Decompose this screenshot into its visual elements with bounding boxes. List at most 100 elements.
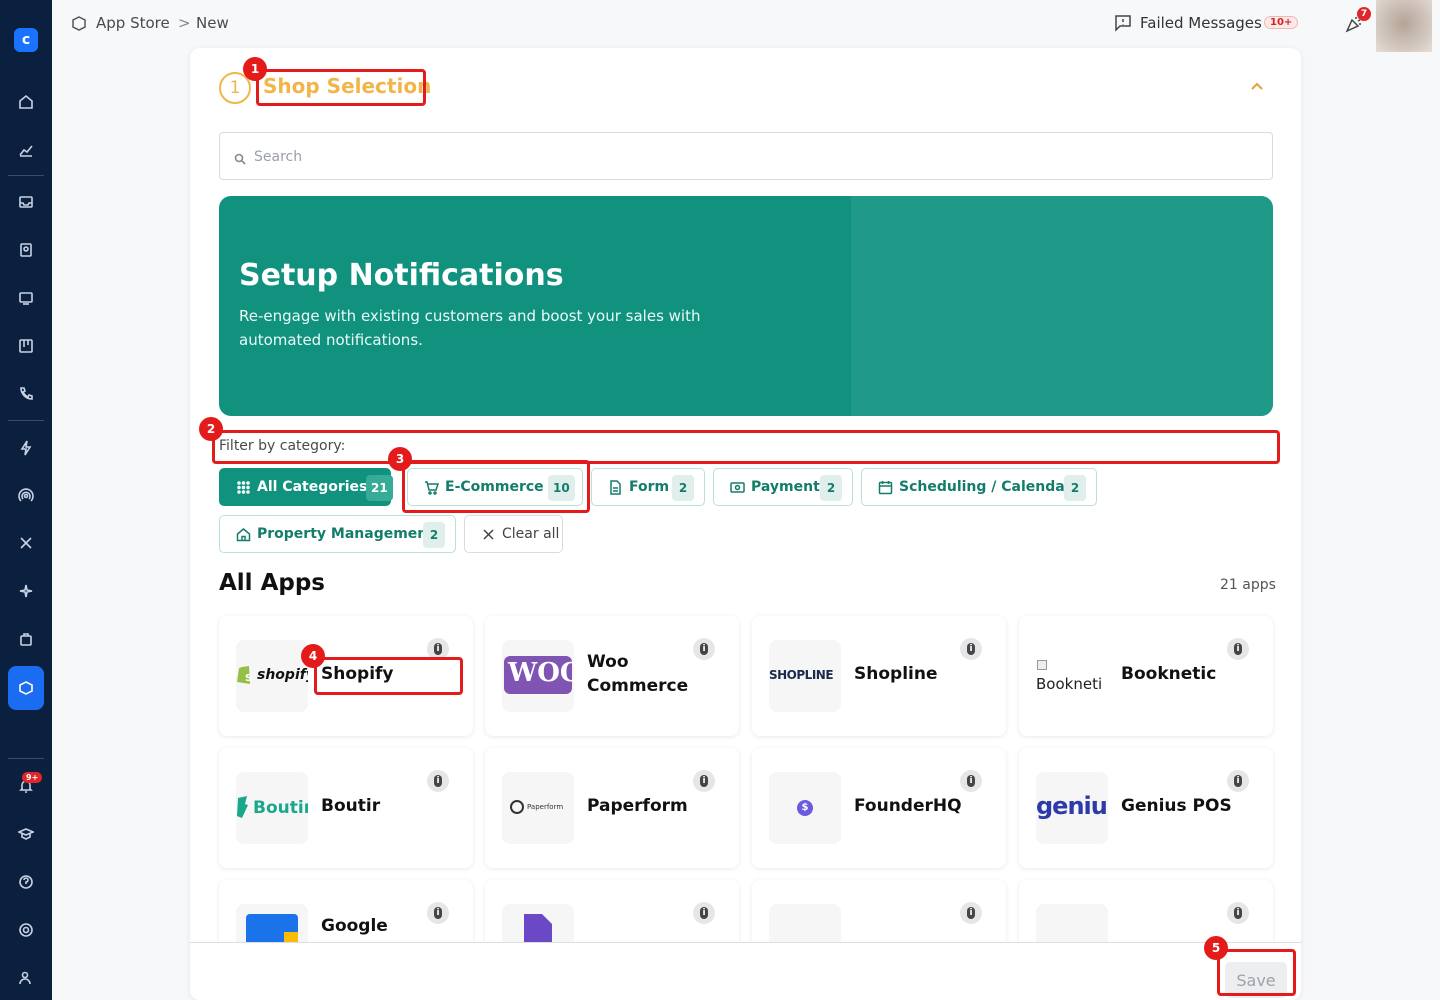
calendar-icon: [878, 480, 893, 499]
failed-messages-link[interactable]: Failed Messages: [1140, 14, 1262, 32]
search-icon: [234, 150, 246, 169]
annotation-box-2: [212, 430, 1280, 464]
apps-count: 21 apps: [1220, 577, 1276, 593]
info-icon[interactable]: i: [960, 638, 982, 660]
app-store-breadcrumb-icon: [70, 15, 88, 37]
info-icon[interactable]: i: [1227, 638, 1249, 660]
banner-subtitle: Re-engage with existing customers and bo…: [239, 307, 701, 349]
announcements-badge: 7: [1357, 7, 1371, 21]
app-name: Google: [321, 916, 388, 936]
category-count: 21: [366, 475, 393, 501]
woo-logo-text: WOO: [508, 658, 574, 688]
help-icon[interactable]: [12, 868, 40, 896]
app-card-founderhq[interactable]: $ FounderHQ i: [752, 748, 1006, 868]
shopline-logo: SHOPLINE: [769, 640, 841, 712]
app-card-genius-pos[interactable]: genius Genius POS i: [1019, 748, 1273, 868]
app-name: FounderHQ: [854, 796, 962, 816]
broadcast-icon[interactable]: [12, 284, 40, 312]
shop-bag-icon[interactable]: [12, 625, 40, 653]
info-icon[interactable]: i: [693, 770, 715, 792]
app-card-shopline[interactable]: SHOPLINE Shopline i: [752, 616, 1006, 736]
app-name: Genius POS: [1121, 796, 1232, 816]
info-icon[interactable]: i: [693, 638, 715, 660]
notification-badge: 9+: [22, 772, 43, 783]
category-label: Property Management: [257, 526, 434, 542]
shopline-logo-text: SHOPLINE: [769, 668, 834, 682]
topbar: App Store > New Failed Messages 10+ 7: [52, 0, 1440, 52]
app-card-boutir[interactable]: Boutir Boutir i: [219, 748, 473, 868]
app-card-paperform[interactable]: Paperform Paperform i: [485, 748, 739, 868]
failed-messages-badge: 10+: [1264, 16, 1299, 29]
academy-icon[interactable]: [12, 820, 40, 848]
genius-pos-logo: genius: [1036, 772, 1108, 844]
info-icon[interactable]: i: [1227, 902, 1249, 924]
founderhq-logo: $: [769, 772, 841, 844]
money-icon: [730, 480, 745, 499]
category-scheduling[interactable]: Scheduling / Calendar 2: [861, 468, 1097, 506]
app-name: Boutir: [321, 796, 381, 816]
app-store-icon[interactable]: [8, 666, 44, 710]
annotation-number-5: 5: [1204, 936, 1228, 960]
info-icon[interactable]: i: [1227, 770, 1249, 792]
info-icon[interactable]: i: [427, 770, 449, 792]
avatar[interactable]: [1376, 0, 1432, 52]
app-name: Shopline: [854, 664, 938, 684]
category-all[interactable]: All Categories 21: [219, 468, 393, 506]
signal-icon[interactable]: [12, 481, 40, 509]
shop-selection-card: 1 Shop Selection Setup Notifications Re-…: [190, 48, 1301, 1000]
settings-icon[interactable]: [12, 916, 40, 944]
category-count: 2: [1064, 475, 1086, 501]
message-alert-icon: [1114, 14, 1132, 36]
app-card-woocommerce[interactable]: WOO Woo Commerce i: [485, 616, 739, 736]
category-label: Scheduling / Calendar: [899, 479, 1072, 495]
document-icon: [608, 480, 623, 499]
setup-banner: Setup Notifications Re-engage with exist…: [219, 196, 1273, 416]
category-count: 2: [820, 475, 842, 501]
all-apps-heading: All Apps: [219, 570, 325, 596]
grid-icon: [236, 480, 251, 499]
annotation-box-3: [402, 460, 590, 513]
breadcrumb-separator: >: [178, 14, 191, 32]
contacts-icon[interactable]: [12, 236, 40, 264]
info-icon[interactable]: i: [960, 902, 982, 924]
board-icon[interactable]: [12, 332, 40, 360]
sidebar-divider: [8, 175, 44, 176]
category-count: 2: [423, 522, 445, 548]
annotation-box-5: [1217, 949, 1296, 996]
clear-all-label: Clear all: [502, 526, 560, 542]
sidebar: c 9+: [0, 0, 52, 1000]
inbox-icon[interactable]: [12, 188, 40, 216]
annotation-number-4: 4: [301, 644, 325, 668]
breadcrumb-app-store[interactable]: App Store: [96, 14, 170, 32]
annotation-box-4: [314, 657, 463, 695]
banner-title: Setup Notifications: [239, 258, 564, 293]
info-icon[interactable]: i: [693, 902, 715, 924]
tools-icon[interactable]: [12, 529, 40, 557]
info-icon[interactable]: i: [960, 770, 982, 792]
info-icon[interactable]: i: [427, 902, 449, 924]
analytics-icon[interactable]: [12, 136, 40, 164]
search-input[interactable]: [254, 145, 1254, 169]
app-name: Paperform: [587, 796, 688, 816]
category-form[interactable]: Form 2: [591, 468, 705, 506]
chevron-up-icon[interactable]: [1250, 80, 1264, 98]
category-label: Payment: [751, 479, 820, 495]
ai-sparkle-icon[interactable]: [12, 577, 40, 605]
app-logo-icon[interactable]: c: [14, 28, 38, 52]
clear-all-button[interactable]: Clear all: [464, 515, 563, 553]
paperform-logo-text: Paperform: [527, 803, 564, 811]
category-payment[interactable]: Payment 2: [713, 468, 853, 506]
breadcrumb-new: New: [196, 14, 229, 32]
annotation-number-2: 2: [199, 417, 223, 441]
category-property-management[interactable]: Property Management 2: [219, 515, 456, 553]
app-card-booknetic[interactable]: Bookneti Booknetic i: [1019, 616, 1273, 736]
automation-icon[interactable]: [12, 434, 40, 462]
category-count: 2: [672, 475, 694, 501]
home-icon[interactable]: [12, 88, 40, 116]
banner-illustration: [851, 196, 1273, 416]
footer: [190, 942, 1301, 1000]
phone-icon[interactable]: [12, 380, 40, 408]
app-name: Booknetic: [1121, 664, 1217, 684]
user-settings-icon[interactable]: [12, 964, 40, 992]
genius-logo-text: genius: [1036, 792, 1108, 820]
